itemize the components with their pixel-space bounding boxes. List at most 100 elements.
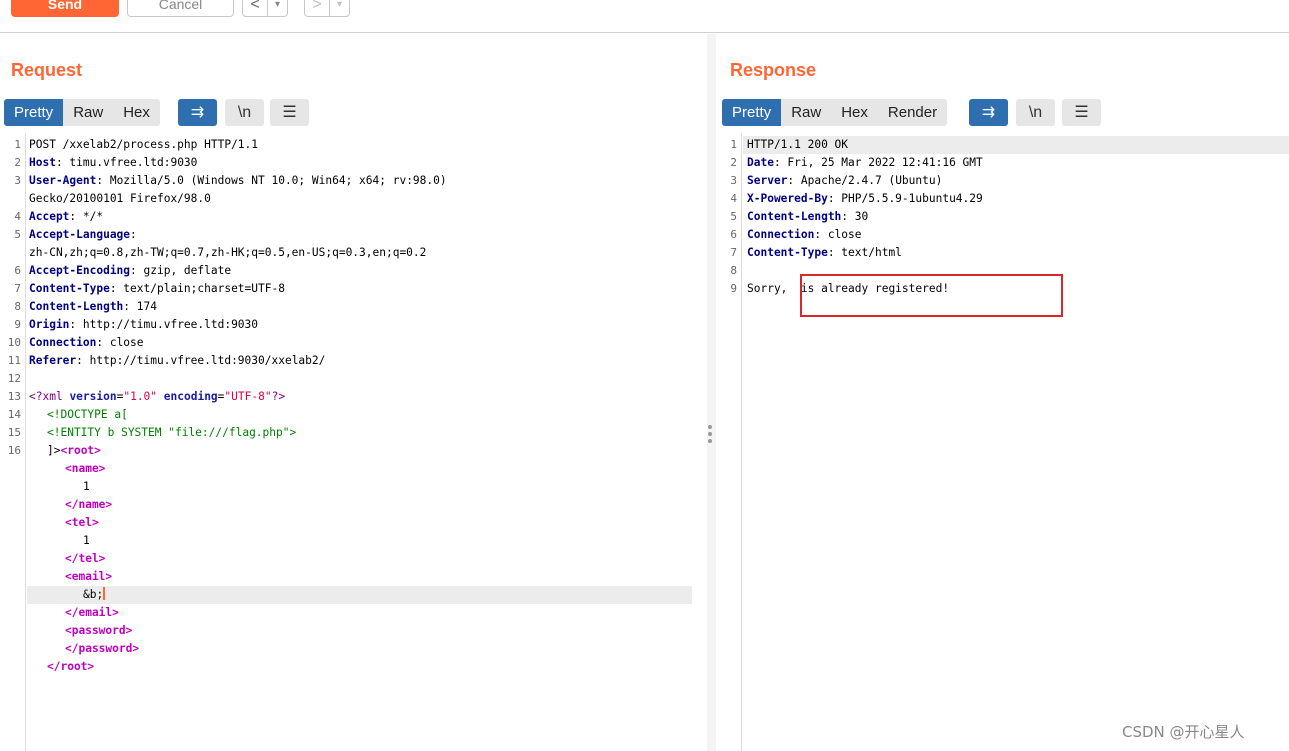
line-number: 8 xyxy=(14,300,21,313)
xml-tag: <password> xyxy=(65,624,133,637)
xml-text: 1 xyxy=(83,534,90,547)
line-number: 5 xyxy=(14,228,21,241)
header-value: : text/html xyxy=(827,246,902,259)
wrap-lines-icon[interactable]: ⇉ xyxy=(178,99,217,126)
status-line: HTTP/1.1 200 OK xyxy=(747,136,848,154)
newline-icon[interactable]: \n xyxy=(225,99,264,126)
doctype-close: ]> xyxy=(47,444,61,457)
request-line: POST /xxelab2/process.php HTTP/1.1 xyxy=(29,136,258,154)
header-key: Origin xyxy=(29,318,70,331)
header-key: Connection xyxy=(747,228,815,241)
header-line: Date: Fri, 25 Mar 2022 12:41:16 GMT xyxy=(747,154,983,172)
line-number: 11 xyxy=(7,354,21,367)
cancel-button[interactable]: Cancel xyxy=(127,0,234,17)
header-value: : xyxy=(130,228,137,241)
header-line: Referer: http://timu.vfree.ltd:9030/xxel… xyxy=(29,352,325,370)
line-number: 2 xyxy=(730,156,737,169)
response-panel: Response Pretty Raw Hex Render ⇉ \n ☰ 1 … xyxy=(716,34,1289,751)
header-key: X-Powered-By xyxy=(747,192,828,205)
menu-icon[interactable]: ☰ xyxy=(270,99,309,126)
header-line-continued: zh-CN,zh;q=0.8,zh-TW;q=0.7,zh-HK;q=0.5,e… xyxy=(29,244,426,262)
tab-raw[interactable]: Raw xyxy=(781,99,831,126)
header-line: Content-Length: 30 xyxy=(747,208,868,226)
header-value: : close xyxy=(814,228,862,241)
request-view-tabs: Pretty Raw Hex xyxy=(4,99,160,126)
back-arrow-icon[interactable]: < xyxy=(243,0,267,16)
response-view-tabs: Pretty Raw Hex Render xyxy=(722,99,948,126)
tab-hex[interactable]: Hex xyxy=(831,99,878,126)
header-line: Connection: close xyxy=(29,334,144,352)
header-value: : 174 xyxy=(123,300,157,313)
response-editor[interactable]: 1 2 3 4 5 6 7 8 9 HTTP/1.1 200 OK Date: … xyxy=(716,133,1289,751)
xml-attr-name: version xyxy=(69,390,117,403)
forward-arrow-icon[interactable]: > xyxy=(305,0,329,16)
header-line: Accept-Encoding: gzip, deflate xyxy=(29,262,231,280)
header-key: Accept-Encoding xyxy=(29,264,131,277)
splitter-grip-icon[interactable] xyxy=(708,432,712,436)
line-number: 13 xyxy=(7,390,21,403)
header-key: Content-Type xyxy=(29,282,110,295)
line-number: 3 xyxy=(730,174,737,187)
splitter-grip-icon[interactable] xyxy=(708,425,712,429)
splitter-grip-icon[interactable] xyxy=(708,439,712,443)
xml-root-open: ]><root> xyxy=(47,442,101,460)
xml-pi-open: <?xml xyxy=(29,390,63,403)
header-value: : http://timu.vfree.ltd:9030/xxelab2/ xyxy=(76,354,326,367)
line-number-gutter: 1 2 3 4 5 6 7 8 9 xyxy=(716,133,742,751)
annotation-highlight-box xyxy=(800,274,1063,317)
header-key: Accept-Language xyxy=(29,228,131,241)
history-forward-control[interactable]: > ▾ xyxy=(304,0,350,17)
xml-tag: <email> xyxy=(65,570,113,583)
chevron-down-icon[interactable]: ▾ xyxy=(329,0,349,16)
xml-tag: <name> xyxy=(65,462,106,475)
http-status: HTTP/1.1 200 OK xyxy=(747,138,849,151)
history-back-control[interactable]: < ▾ xyxy=(242,0,288,17)
xml-text: 1 xyxy=(83,480,90,493)
line-number: 15 xyxy=(7,426,21,439)
header-line: X-Powered-By: PHP/5.5.9-1ubuntu4.29 xyxy=(747,190,983,208)
tab-pretty[interactable]: Pretty xyxy=(4,99,64,126)
line-number: 7 xyxy=(730,246,737,259)
text-cursor xyxy=(103,587,106,600)
line-number: 6 xyxy=(14,264,21,277)
current-line-highlight xyxy=(27,586,692,604)
header-line: Host: timu.vfree.ltd:9030 xyxy=(29,154,197,172)
header-line: Content-Length: 174 xyxy=(29,298,157,316)
top-toolbar: Send Cancel < ▾ > ▾ xyxy=(0,0,1289,33)
tab-pretty[interactable]: Pretty xyxy=(722,99,782,126)
line-number: 5 xyxy=(730,210,737,223)
header-key: User-Agent xyxy=(29,174,97,187)
chevron-down-icon[interactable]: ▾ xyxy=(267,0,287,16)
header-value: zh-CN,zh;q=0.8,zh-TW;q=0.7,zh-HK;q=0.5,e… xyxy=(29,246,427,259)
header-value: : Apache/2.4.7 (Ubuntu) xyxy=(787,174,943,187)
tab-hex[interactable]: Hex xyxy=(113,99,160,126)
xml-declaration: <?xml version="1.0" encoding="UTF-8"?> xyxy=(29,390,286,403)
xml-pi-close: ?> xyxy=(271,390,286,403)
wrap-lines-icon[interactable]: ⇉ xyxy=(969,99,1008,126)
panel-splitter[interactable] xyxy=(707,34,716,751)
line-number: 4 xyxy=(14,210,21,223)
line-number: 10 xyxy=(7,336,21,349)
tab-raw[interactable]: Raw xyxy=(63,99,113,126)
xml-attr-name: encoding xyxy=(163,390,218,403)
send-button[interactable]: Send xyxy=(11,0,119,17)
line-number: 9 xyxy=(14,318,21,331)
header-value: : http://timu.vfree.ltd:9030 xyxy=(69,318,259,331)
header-value: : close xyxy=(96,336,144,349)
menu-icon[interactable]: ☰ xyxy=(1062,99,1101,126)
header-key: Content-Length xyxy=(29,300,124,313)
line-number: 1 xyxy=(730,138,737,151)
header-key: Referer xyxy=(29,354,77,367)
header-value: : text/plain;charset=UTF-8 xyxy=(109,282,285,295)
request-start-line: POST /xxelab2/process.php HTTP/1.1 xyxy=(29,138,259,151)
request-editor[interactable]: 1 2 3 4 5 6 7 8 9 10 11 12 13 14 15 16 P… xyxy=(0,133,707,751)
line-number: 14 xyxy=(7,408,21,421)
xml-tag: </password> xyxy=(65,642,140,655)
tab-render[interactable]: Render xyxy=(878,99,947,126)
line-number: 1 xyxy=(14,138,21,151)
line-number: 3 xyxy=(14,174,21,187)
newline-icon[interactable]: \n xyxy=(1016,99,1055,126)
header-value: : 30 xyxy=(841,210,869,223)
header-value: : timu.vfree.ltd:9030 xyxy=(55,156,198,169)
line-number: 6 xyxy=(730,228,737,241)
